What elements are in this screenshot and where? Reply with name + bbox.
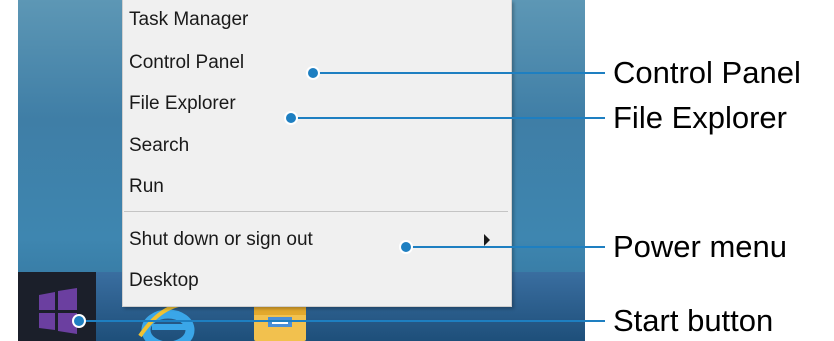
callout-line-start-button [79, 320, 605, 322]
callout-dot-start-button [72, 314, 86, 328]
power-user-context-menu: Task Manager Control Panel File Explorer… [122, 0, 512, 307]
callout-label-file-explorer: File Explorer [613, 100, 787, 135]
callout-label-control-panel: Control Panel [613, 55, 801, 90]
file-explorer-taskbar-button[interactable] [250, 303, 310, 341]
menu-item-label: Run [129, 176, 164, 197]
menu-item-label: Shut down or sign out [129, 229, 313, 250]
menu-item-label: Search [129, 135, 190, 156]
file-explorer-icon [254, 307, 306, 341]
start-button[interactable] [18, 272, 96, 341]
desktop-screenshot: Task Manager Control Panel File Explorer… [18, 0, 585, 341]
menu-divider [124, 211, 508, 212]
menu-item-label: File Explorer [129, 93, 236, 114]
callout-line-power-menu [406, 246, 605, 248]
menu-item-label: Control Panel [129, 52, 245, 73]
menu-item-shut-down-or-sign-out[interactable]: Shut down or sign out [124, 222, 508, 258]
menu-item-run[interactable]: Run [124, 169, 508, 205]
menu-item-search[interactable]: Search [124, 128, 508, 164]
callout-dot-control-panel [306, 66, 320, 80]
callout-line-file-explorer [291, 117, 605, 119]
callout-dot-file-explorer [284, 111, 298, 125]
menu-item-label: Desktop [129, 270, 199, 291]
menu-item-task-manager[interactable]: Task Manager [124, 2, 508, 38]
menu-item-label: Task Manager [129, 9, 249, 30]
callout-line-control-panel [313, 72, 605, 74]
callout-label-power-menu: Power menu [613, 229, 788, 264]
submenu-arrow-icon [484, 234, 490, 246]
callout-dot-power-menu [399, 240, 413, 254]
callout-label-start-button: Start button [613, 303, 774, 338]
menu-item-desktop[interactable]: Desktop [124, 263, 508, 299]
